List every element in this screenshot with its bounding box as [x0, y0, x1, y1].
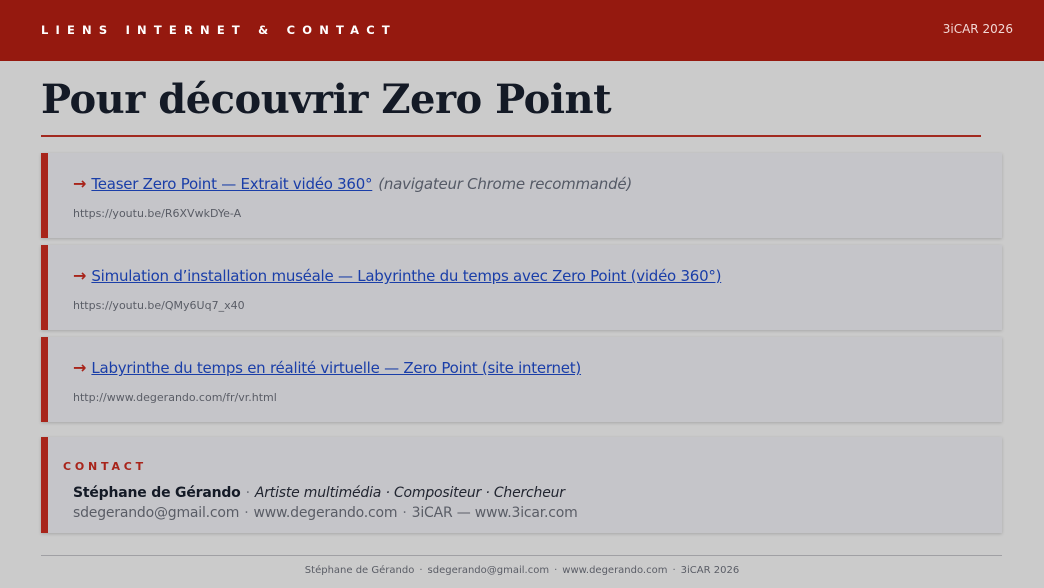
arrow-right-icon: →: [73, 174, 87, 193]
separator: ·: [244, 505, 249, 521]
contact-website[interactable]: www.degerando.com: [253, 505, 397, 521]
contact-details: sdegerando@gmail.com · www.degerando.com · 3…: [73, 505, 578, 521]
link-teaser[interactable]: Teaser Zero Point — Extrait vidéo 360°: [91, 175, 372, 193]
link-url: https://youtu.be/QMy6Uq7_x40: [73, 299, 245, 312]
footer-divider: [41, 555, 1002, 556]
separator: ·: [554, 565, 558, 576]
separator: ·: [419, 565, 423, 576]
link-line: → Teaser Zero Point — Extrait vidéo 360° (…: [73, 174, 632, 193]
contact-name: Stéphane de Gérando: [73, 485, 241, 501]
contact-org[interactable]: 3iCAR — www.3icar.com: [412, 505, 578, 521]
link-note: (navigateur Chrome recommandé): [378, 175, 632, 193]
title-divider: [41, 135, 981, 137]
link-line: → Labyrinthe du temps en réalité virtuell…: [73, 358, 581, 377]
link-card-simulation: → Simulation d’installation muséale — Lab…: [41, 245, 1002, 330]
contact-label: CONTACT: [63, 460, 147, 473]
arrow-right-icon: →: [73, 266, 87, 285]
separator: ·: [245, 485, 250, 501]
contact-card: CONTACT Stéphane de Gérando · Artiste mult…: [41, 437, 1002, 533]
arrow-right-icon: →: [73, 358, 87, 377]
header-bar: LIENS INTERNET & CONTACT 3iCAR 2026: [0, 0, 1044, 61]
footer-email: sdegerando@gmail.com: [427, 565, 550, 576]
contact-role: Artiste multimédia · Compositeur · Cherc…: [254, 485, 565, 501]
separator: ·: [672, 565, 676, 576]
header-title: LIENS INTERNET & CONTACT: [41, 23, 397, 37]
link-url: https://youtu.be/R6XVwkDYe-A: [73, 207, 242, 220]
header-tag: 3iCAR 2026: [942, 22, 1013, 36]
separator: ·: [402, 505, 407, 521]
footer-name: Stéphane de Gérando: [304, 565, 415, 576]
page-title: Pour découvrir Zero Point: [41, 76, 612, 123]
link-card-vr: → Labyrinthe du temps en réalité virtuell…: [41, 337, 1002, 422]
link-vr[interactable]: Labyrinthe du temps en réalité virtuelle…: [91, 359, 581, 377]
contact-identity: Stéphane de Gérando · Artiste multimédia ·…: [73, 485, 565, 501]
link-url: http://www.degerando.com/fr/vr.html: [73, 391, 277, 404]
link-simulation[interactable]: Simulation d’installation muséale — Laby…: [91, 267, 721, 285]
link-card-teaser: → Teaser Zero Point — Extrait vidéo 360° (…: [41, 153, 1002, 238]
contact-email[interactable]: sdegerando@gmail.com: [73, 505, 239, 521]
footer: Stéphane de Gérando · sdegerando@gmail.com…: [0, 565, 1044, 576]
footer-website: www.degerando.com: [562, 565, 668, 576]
footer-tag: 3iCAR 2026: [680, 565, 740, 576]
link-line: → Simulation d’installation muséale — Lab…: [73, 266, 721, 285]
